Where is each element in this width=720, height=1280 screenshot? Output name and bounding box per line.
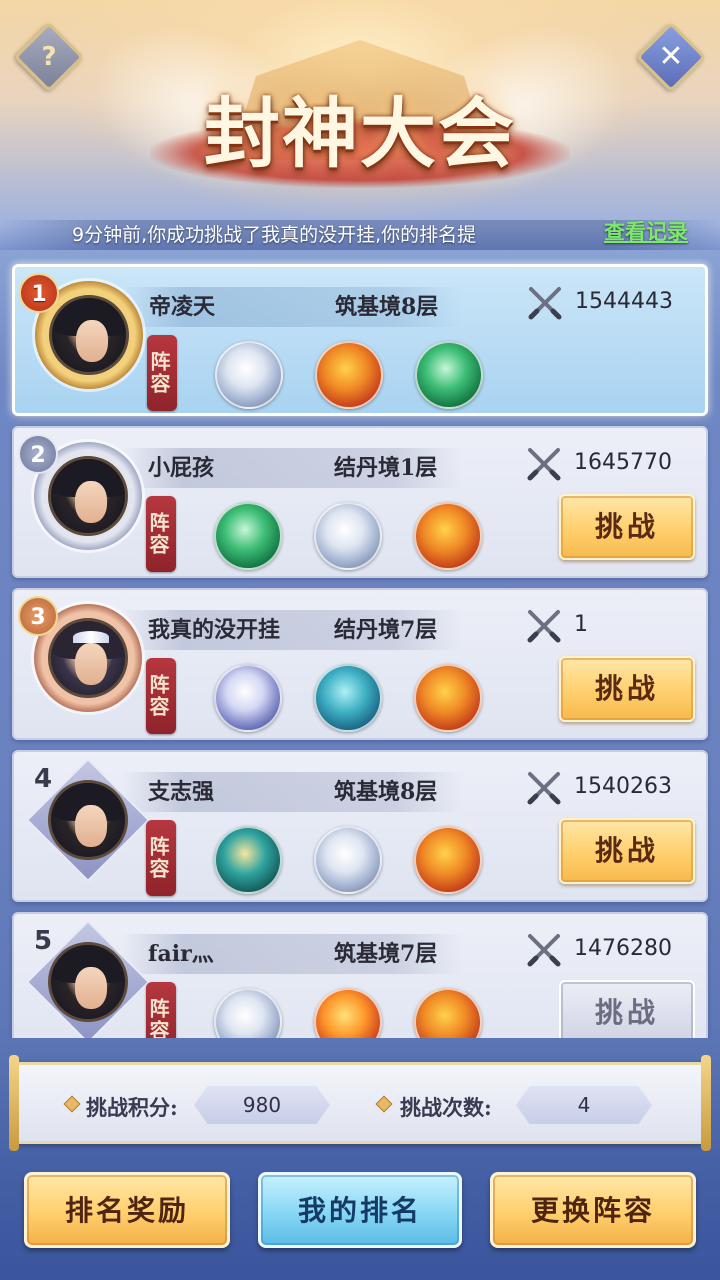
pet-orange-dragon[interactable] [315, 341, 383, 409]
challenge-points-label: 挑战积分: [86, 1095, 178, 1120]
player-name: 我真的没开挂 [148, 617, 281, 643]
player-name: 小屁孩 [148, 455, 215, 481]
pet-sea-whale[interactable] [314, 664, 382, 732]
combat-power: 1544443 [575, 289, 673, 314]
player-realm: 筑基境7层 [334, 941, 438, 967]
rank-number: 4 [34, 764, 53, 794]
pet-orange-dragon[interactable] [414, 502, 482, 570]
close-icon[interactable]: ✕ [646, 32, 696, 82]
pet-teal-beast[interactable] [214, 826, 282, 894]
avatar[interactable] [48, 618, 128, 698]
crossed-swords-icon [527, 448, 561, 481]
ranking-card-5: 5 fair灬 筑基境7层 1476280 阵容 挑战 [12, 912, 708, 1038]
combat-power: 1476280 [574, 936, 672, 961]
challenge-button[interactable]: 挑战 [559, 980, 695, 1038]
lineup-tag: 阵容 [146, 982, 176, 1038]
avatar[interactable] [49, 295, 129, 375]
pet-orange-dragon[interactable] [414, 988, 482, 1038]
lineup-tag: 阵容 [147, 335, 177, 411]
pet-phoenix[interactable] [314, 988, 382, 1038]
question-icon[interactable]: ? [24, 32, 74, 82]
avatar[interactable] [48, 780, 128, 860]
ranking-card-1: 1 帝凌天 筑基境8层 1544443 阵容 [12, 264, 708, 416]
challenge-count-value: 4 [516, 1086, 652, 1124]
challenge-button[interactable]: 挑战 [559, 494, 695, 560]
crossed-swords-icon [528, 287, 562, 320]
crossed-swords-icon [527, 772, 561, 805]
avatar[interactable] [48, 942, 128, 1022]
pet-white-tiger[interactable] [214, 988, 282, 1038]
rank-badge: 2 [18, 434, 58, 474]
ranking-list[interactable]: 1 帝凌天 筑基境8层 1544443 阵容 2 小屁孩 结丹境1层 16457… [0, 258, 720, 1038]
pet-orange-dragon[interactable] [414, 826, 482, 894]
challenge-count-label: 挑战次数: [400, 1095, 492, 1120]
lineup-tag: 阵容 [146, 658, 176, 734]
title-banner: 封神大会 [0, 0, 720, 250]
change-lineup-button[interactable]: 更换阵容 [490, 1172, 696, 1248]
page-title: 封神大会 [204, 89, 516, 178]
crossed-swords-icon [527, 610, 561, 643]
ranking-card-4: 4 支志强 筑基境8层 1540263 阵容 挑战 [12, 750, 708, 902]
ranking-card-3: 3 我真的没开挂 结丹境7层 1 阵容 挑战 [12, 588, 708, 740]
rank-badge: 1 [19, 273, 59, 313]
player-realm: 筑基境8层 [335, 294, 439, 320]
player-name: fair灬 [148, 941, 214, 967]
combat-power: 1540263 [574, 774, 672, 799]
lineup-tag: 阵容 [146, 820, 176, 896]
my-rank-button[interactable]: 我的排名 [258, 1172, 462, 1248]
combat-power: 1645770 [574, 450, 672, 475]
pet-frost-wolf[interactable] [214, 664, 282, 732]
player-realm: 筑基境8层 [334, 779, 438, 805]
pet-green-dragon[interactable] [415, 341, 483, 409]
player-realm: 结丹境1层 [334, 455, 438, 481]
player-name: 支志强 [148, 779, 215, 805]
pet-white-tiger[interactable] [215, 341, 283, 409]
avatar[interactable] [48, 456, 128, 536]
combat-power: 1 [574, 612, 588, 637]
pet-green-dragon[interactable] [214, 502, 282, 570]
pet-white-tiger[interactable] [314, 826, 382, 894]
view-record-link[interactable]: 查看记录 [604, 216, 688, 246]
rank-number: 5 [34, 926, 53, 956]
rank-reward-button[interactable]: 排名奖励 [24, 1172, 230, 1248]
notice-text: 9分钟前,你成功挑战了我真的没开挂,你的排名提 [72, 224, 477, 246]
ranking-card-2: 2 小屁孩 结丹境1层 1645770 阵容 挑战 [12, 426, 708, 578]
pet-white-tiger[interactable] [314, 502, 382, 570]
lineup-tag: 阵容 [146, 496, 176, 572]
player-name: 帝凌天 [149, 294, 216, 320]
pet-orange-dragon[interactable] [414, 664, 482, 732]
challenge-points-value: 980 [194, 1086, 330, 1124]
rank-badge: 3 [18, 596, 58, 636]
challenge-button[interactable]: 挑战 [559, 818, 695, 884]
crossed-swords-icon [527, 934, 561, 967]
challenge-button[interactable]: 挑战 [559, 656, 695, 722]
player-realm: 结丹境7层 [334, 617, 438, 643]
